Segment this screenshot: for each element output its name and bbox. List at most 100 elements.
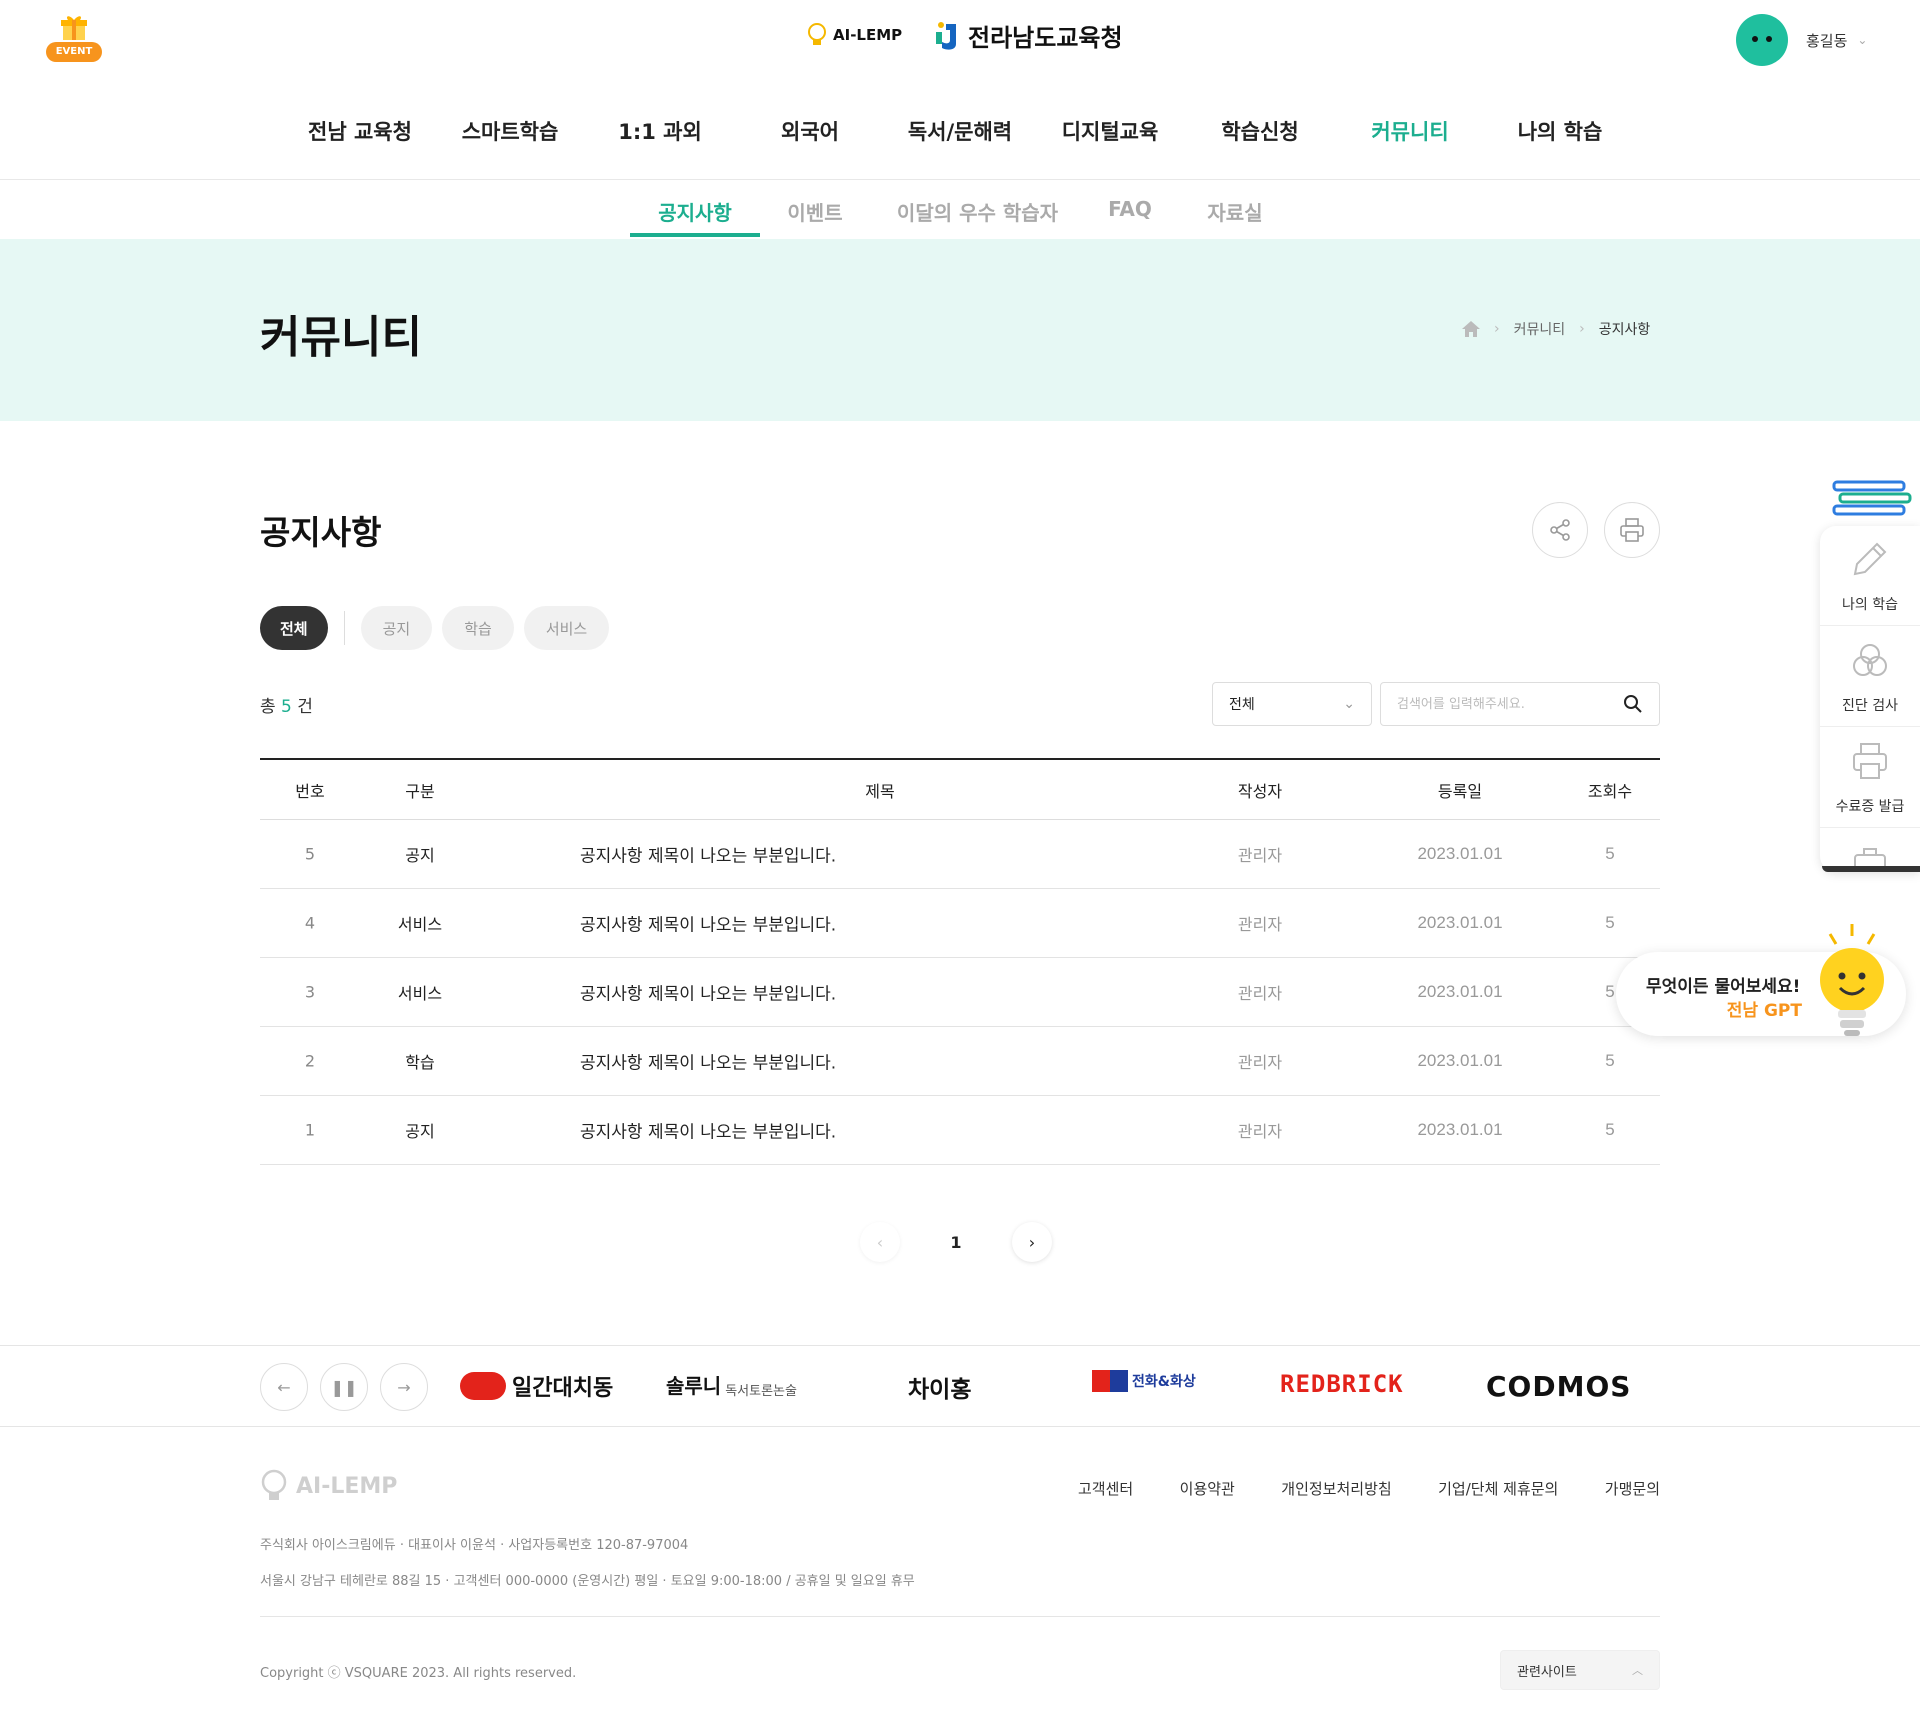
quick-certificate[interactable]: 수료증 발급 [1820, 728, 1920, 828]
tab-faq[interactable]: FAQ [1090, 197, 1170, 221]
partner-carousel: ← ❚❚ → 일간대치동 솔루니 독서토론논술 차이홍 전화&화상 REDBRI… [0, 1345, 1920, 1427]
row-author: 관리자 [1237, 915, 1283, 934]
row-category: 공지 [405, 1122, 435, 1141]
row-date: 2023.01.01 [1417, 982, 1503, 1001]
table-row[interactable]: 4 서비스 공지사항 제목이 나오는 부분입니다. 관리자 2023.01.01… [260, 889, 1660, 958]
row-title-link[interactable]: 공지사항 제목이 나오는 부분입니다. [580, 1049, 1020, 1074]
table-header: 번호 구분 제목 작성자 등록일 조회수 [260, 758, 1660, 820]
row-title-link[interactable]: 공지사항 제목이 나오는 부분입니다. [580, 911, 1020, 936]
footer-link-franchise[interactable]: 가맹문의 [1605, 1478, 1660, 1499]
copyright: Copyright ⓒ VSQUARE 2023. All rights res… [260, 1666, 577, 1681]
carousel-next-button[interactable]: → [380, 1363, 428, 1411]
row-author: 관리자 [1237, 1122, 1283, 1141]
ai-lemp-logo[interactable]: AI-LEMP [807, 22, 902, 48]
page-hero: 커뮤니티 › 커뮤니티 › 공지사항 [0, 239, 1920, 421]
row-date: 2023.01.01 [1417, 913, 1503, 932]
breadcrumb-current: 공지사항 [1598, 322, 1651, 338]
share-button[interactable] [1532, 502, 1588, 558]
table-row[interactable]: 3 서비스 공지사항 제목이 나오는 부분입니다. 관리자 2023.01.01… [260, 958, 1660, 1027]
arrow-right-icon: → [397, 1377, 411, 1397]
avatar [1736, 14, 1788, 66]
footer-link-terms[interactable]: 이용약관 [1180, 1478, 1235, 1499]
breadcrumb-item[interactable]: 커뮤니티 [1514, 319, 1566, 339]
tab-notice[interactable]: 공지사항 [630, 197, 760, 226]
carousel-prev-button[interactable]: ← [260, 1363, 308, 1411]
company-info-line2: 서울시 강남구 테헤란로 88길 15 · 고객센터 000-0000 (운영시… [260, 1574, 915, 1589]
gpt-brand-text: 전남 GPT [1726, 1001, 1802, 1021]
row-title-link[interactable]: 공지사항 제목이 나오는 부분입니다. [580, 1118, 1020, 1143]
partner-logo-daechi[interactable]: 일간대치동 [460, 1370, 613, 1402]
gnb-item-smart[interactable]: 스마트학습 [450, 116, 570, 146]
gnb-item-mylearning[interactable]: 나의 학습 [1500, 116, 1620, 146]
next-page-button[interactable]: › [1012, 1222, 1052, 1262]
gnb-item-digital[interactable]: 디지털교육 [1050, 116, 1170, 146]
gnb-item-language[interactable]: 외국어 [750, 116, 870, 146]
chevron-up-icon: ︿ [1632, 1664, 1643, 1677]
search-type-select[interactable]: 전체 ⌄ [1212, 682, 1372, 726]
global-nav: 전남 교육청 스마트학습 1:1 과외 외국어 독서/문해력 디지털교육 학습신… [0, 104, 1920, 154]
partner-logo-codmos[interactable]: CODMOS [1486, 1370, 1631, 1403]
table-row[interactable]: 2 학습 공지사항 제목이 나오는 부분입니다. 관리자 2023.01.01 … [260, 1027, 1660, 1096]
table-row[interactable]: 5 공지 공지사항 제목이 나오는 부분입니다. 관리자 2023.01.01 … [260, 820, 1660, 889]
row-date: 2023.01.01 [1417, 1120, 1503, 1139]
gnb-item-apply[interactable]: 학습신청 [1200, 116, 1320, 146]
gnb-item-jeonnam[interactable]: 전남 교육청 [300, 116, 420, 146]
partner-logo-chaihong[interactable]: 차이홍 [908, 1370, 971, 1404]
partner-logo-soluni[interactable]: 솔루니 독서토론논술 [666, 1370, 797, 1399]
chip-learning[interactable]: 학습 [442, 606, 514, 650]
tab-archive[interactable]: 자료실 [1185, 197, 1285, 226]
row-author: 관리자 [1237, 984, 1283, 1003]
gnb-item-reading[interactable]: 독서/문해력 [900, 116, 1020, 146]
share-icon [1550, 519, 1570, 541]
related-sites-select[interactable]: 관련사이트 ︿ [1500, 1650, 1660, 1690]
footer-link-partnership[interactable]: 기업/단체 제휴문의 [1438, 1478, 1558, 1499]
table-row[interactable]: 1 공지 공지사항 제목이 나오는 부분입니다. 관리자 2023.01.01 … [260, 1096, 1660, 1165]
row-number: 1 [304, 1120, 316, 1140]
col-author: 작성자 [1237, 781, 1283, 801]
printer-icon [1853, 743, 1887, 779]
row-title-link[interactable]: 공지사항 제목이 나오는 부분입니다. [580, 980, 1020, 1005]
lightbulb-mascot-icon [1820, 924, 1884, 1036]
print-button[interactable] [1604, 502, 1660, 558]
gnb-item-tutoring[interactable]: 1:1 과외 [600, 116, 720, 146]
chip-service[interactable]: 서비스 [523, 606, 610, 650]
chevron-right-icon: › [1494, 321, 1500, 337]
lightbulb-logo-icon [261, 1469, 287, 1500]
quick-diagnosis[interactable]: 진단 검사 [1820, 627, 1920, 727]
footer-links: 고객센터 이용약관 개인정보처리방침 기업/단체 제휴문의 가맹문의 [1078, 1478, 1660, 1499]
office-logo[interactable]: 전라남도교육청 [934, 18, 1123, 53]
search-input[interactable] [1397, 696, 1597, 712]
gpt-prompt-text: 무엇이든 물어보세요! [1646, 977, 1801, 997]
prev-page-button[interactable]: ‹ [860, 1222, 900, 1262]
board-title: 공지사항 [260, 513, 382, 552]
event-badge[interactable]: EVENT [46, 14, 102, 66]
footer-link-privacy[interactable]: 개인정보처리방침 [1281, 1478, 1391, 1499]
row-number: 5 [304, 844, 316, 864]
user-menu[interactable]: 홍길동 ⌄ [1736, 14, 1867, 66]
tab-best-learner[interactable]: 이달의 우수 학습자 [880, 197, 1075, 226]
logo-ai-text: AI-LEMP [833, 26, 903, 44]
lightbulb-logo-icon [808, 23, 826, 45]
row-category: 서비스 [397, 984, 443, 1003]
page-number[interactable]: 1 [936, 1233, 976, 1252]
tab-event[interactable]: 이벤트 [765, 197, 865, 226]
quick-my-learning[interactable]: 나의 학습 [1820, 526, 1920, 626]
row-category: 학습 [405, 1053, 435, 1072]
row-views: 5 [1605, 1051, 1615, 1070]
books-icon [1832, 480, 1912, 516]
carousel-pause-button[interactable]: ❚❚ [320, 1363, 368, 1411]
gift-icon [61, 16, 87, 40]
event-label: EVENT [46, 42, 102, 62]
search-icon[interactable] [1623, 694, 1643, 714]
user-name: 홍길동 [1806, 31, 1848, 50]
footer-link-support[interactable]: 고객센터 [1078, 1478, 1133, 1499]
home-icon[interactable] [1462, 321, 1480, 337]
gnb-item-community[interactable]: 커뮤니티 [1350, 116, 1470, 146]
partner-logo-ybm[interactable]: 전화&화상 [1092, 1370, 1196, 1392]
partner-logo-redbrick[interactable]: REDBRICK [1280, 1370, 1404, 1398]
chip-notice[interactable]: 공지 [360, 606, 433, 650]
chip-all[interactable]: 전체 [260, 606, 328, 650]
row-author: 관리자 [1237, 846, 1283, 865]
ybm-mark-icon [1092, 1370, 1128, 1392]
row-title-link[interactable]: 공지사항 제목이 나오는 부분입니다. [580, 842, 1020, 867]
